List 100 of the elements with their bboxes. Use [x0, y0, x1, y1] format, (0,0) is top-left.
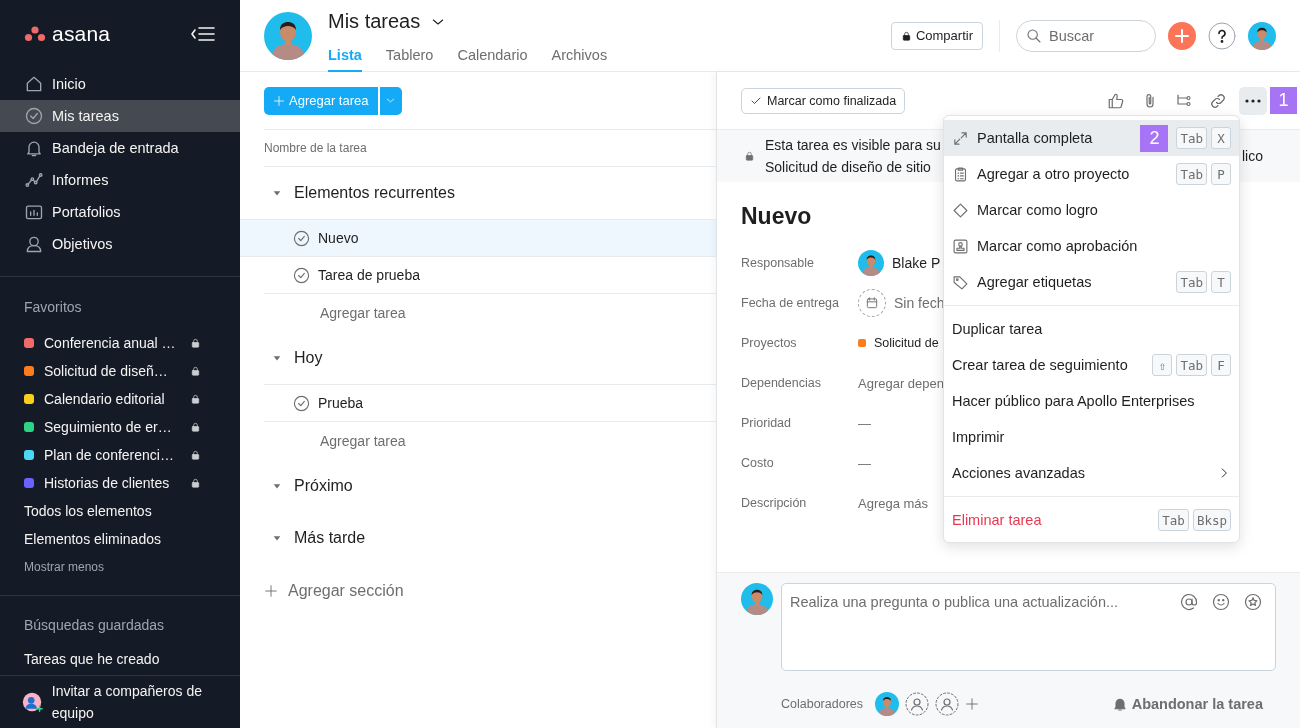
favorite-project[interactable]: Calendario editorial: [0, 384, 240, 413]
add-task-link[interactable]: Agregar tarea: [264, 294, 716, 332]
section-header[interactable]: Hoy: [264, 332, 716, 384]
keyboard-key: Tab: [1176, 271, 1207, 293]
avatar: [264, 11, 312, 60]
search-field[interactable]: Buscar: [1016, 19, 1156, 52]
saved-search-link[interactable]: Tareas que he creado: [0, 644, 240, 673]
nav-item[interactable]: Objetivos: [0, 227, 240, 260]
share-button[interactable]: Compartir: [890, 21, 983, 50]
lock-icon: [190, 364, 201, 377]
nav-item[interactable]: Portafolios: [0, 195, 240, 228]
link-icon[interactable]: [1209, 91, 1227, 110]
tab[interactable]: Calendario: [457, 41, 528, 72]
menu-item[interactable]: Acciones avanzadas: [944, 455, 1239, 491]
step-marker: 1: [1270, 87, 1297, 114]
field-label: Descripción: [741, 496, 808, 510]
task-row[interactable]: Tarea de prueba: [264, 257, 716, 294]
task-row[interactable]: Nuevo: [240, 219, 716, 257]
section-header[interactable]: Elementos recurrentes: [264, 167, 716, 219]
favorite-project[interactable]: Plan de conferenci…: [0, 440, 240, 469]
smiley-icon[interactable]: [1212, 593, 1230, 611]
menu-item[interactable]: Marcar como aprobación: [944, 228, 1239, 264]
field-value[interactable]: Agrega más: [858, 495, 929, 511]
comment-field[interactable]: Realiza una pregunta o publica una actualización...: [781, 583, 1276, 671]
add-task-link[interactable]: Agregar tarea: [264, 422, 716, 460]
task-row[interactable]: Prueba: [264, 384, 716, 422]
lock-icon: [190, 336, 201, 349]
page-title: Mis tareas: [328, 10, 421, 33]
mark-complete-button[interactable]: Marcar como finalizada: [741, 87, 906, 114]
field-value[interactable]: —: [858, 455, 871, 471]
check-circle-icon: [293, 394, 310, 412]
field-value[interactable]: Agregar depen: [858, 375, 944, 391]
invite-button[interactable]: Invitar a compañeros de equipo: [0, 674, 240, 728]
sidebar-link[interactable]: Elementos eliminados: [0, 524, 240, 553]
expand-icon: [952, 129, 969, 147]
tab[interactable]: Tablero: [385, 41, 434, 72]
search-icon: [1026, 27, 1042, 44]
keyboard-key: T: [1211, 271, 1231, 293]
menu-item[interactable]: Duplicar tarea: [944, 311, 1239, 347]
plus-icon: [264, 584, 278, 598]
favorite-project[interactable]: Conferencia anual …: [0, 328, 240, 357]
lock-icon: [190, 392, 201, 405]
empty-person-icon[interactable]: [935, 692, 959, 716]
keyboard-key: P: [1211, 163, 1231, 185]
nav-item[interactable]: Mis tareas: [0, 99, 240, 132]
chevron-down-icon: [385, 95, 396, 106]
more-button[interactable]: [1239, 86, 1267, 115]
menu-item[interactable]: Agregar etiquetas Tab T: [944, 264, 1239, 300]
empty-person-icon[interactable]: [905, 692, 929, 716]
favorite-project[interactable]: Solicitud de diseñ…: [0, 356, 240, 385]
lock-icon: [744, 150, 755, 162]
bell-icon: [1111, 696, 1128, 712]
add-section-button[interactable]: Agregar sección: [264, 568, 716, 614]
nav-item[interactable]: Informes: [0, 163, 240, 196]
field-label: Fecha de entrega: [741, 296, 840, 310]
dropdown-button[interactable]: [379, 86, 402, 115]
field-value[interactable]: —: [858, 415, 871, 431]
avatar: [741, 583, 773, 615]
column-header: Nombre de la tarea: [264, 141, 367, 155]
add-icon[interactable]: [1168, 21, 1196, 50]
check-circle-icon: [24, 105, 44, 126]
show-less-link[interactable]: Mostrar menos: [0, 552, 240, 581]
leave-task-button[interactable]: Abandonar la tarea: [1111, 696, 1263, 712]
menu-item[interactable]: Agregar a otro proyecto Tab P: [944, 156, 1239, 192]
favorite-project[interactable]: Historias de clientes: [0, 468, 240, 497]
tab[interactable]: Archivos: [551, 41, 608, 72]
menu-item[interactable]: Marcar como logro: [944, 192, 1239, 228]
check-circle-icon: [293, 229, 310, 247]
keyboard-key: Tab: [1176, 354, 1207, 376]
sidebar-link[interactable]: Todos los elementos: [0, 496, 240, 525]
collaborators-label: Colaboradores: [781, 697, 863, 711]
menu-item[interactable]: Hacer público para Apollo Enterprises: [944, 383, 1239, 419]
project-name[interactable]: Solicitud de: [874, 336, 939, 350]
nav-item[interactable]: Bandeja de entrada: [0, 131, 240, 164]
at-sign-icon[interactable]: [1180, 593, 1198, 611]
clipboard-list-icon: [952, 165, 969, 183]
section-header[interactable]: Más tarde: [264, 512, 716, 564]
nav-item[interactable]: Inicio: [0, 67, 240, 100]
keyboard-key: Tab: [1158, 509, 1189, 531]
menu-item[interactable]: Eliminar tarea Tab Bksp: [944, 502, 1239, 538]
favorite-project[interactable]: Seguimiento de er…: [0, 412, 240, 441]
keyboard-key: F: [1211, 354, 1231, 376]
section-header[interactable]: Próximo: [264, 460, 716, 512]
menu-item[interactable]: Crear tarea de seguimiento ⇧ Tab F: [944, 347, 1239, 383]
keyboard-key: ⇧: [1152, 354, 1173, 376]
keyboard-key: Tab: [1176, 127, 1207, 149]
lock-icon: [190, 476, 201, 489]
menu-item[interactable]: Pantalla completa 2 Tab X: [944, 120, 1239, 156]
menu-item[interactable]: Imprimir: [944, 419, 1239, 455]
visibility-notice: Solicitud de diseño de sitio: [765, 158, 932, 176]
thumbs-up-icon[interactable]: [1107, 91, 1125, 110]
field-label: Dependencias: [741, 376, 822, 390]
diamond-icon: [952, 201, 969, 219]
collapse-menu-icon[interactable]: [190, 24, 216, 43]
step-marker: 2: [1140, 124, 1169, 152]
field-label: Prioridad: [741, 416, 793, 430]
assignee-name[interactable]: Blake P: [892, 255, 941, 271]
keyboard-key: X: [1211, 127, 1231, 149]
avatar: [1248, 21, 1276, 50]
help-icon[interactable]: [1208, 21, 1236, 50]
